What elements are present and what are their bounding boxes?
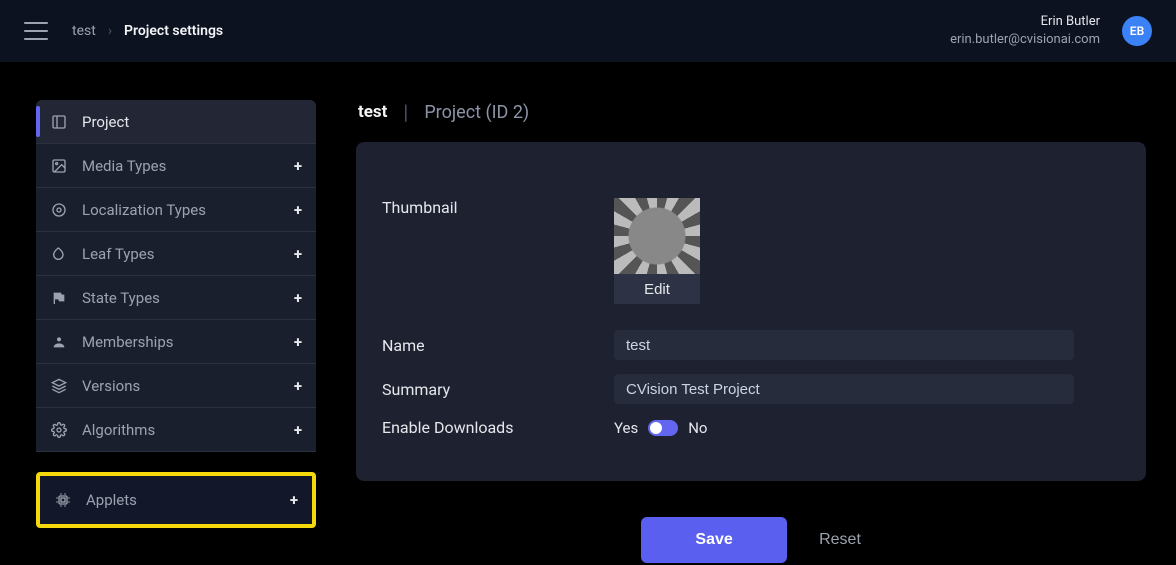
- edit-thumbnail-button[interactable]: Edit: [614, 274, 700, 304]
- project-id-label: Project (ID 2): [424, 102, 529, 123]
- thumbnail-image: [614, 198, 700, 274]
- save-button[interactable]: Save: [641, 517, 787, 563]
- cpu-icon: [54, 492, 72, 508]
- sidebar-item-state-types[interactable]: State Types +: [36, 276, 316, 320]
- user-icon: [50, 334, 68, 350]
- toggle-no-label: No: [688, 419, 707, 437]
- sidebar-item-label: Memberships: [82, 333, 280, 351]
- add-icon[interactable]: +: [294, 201, 302, 219]
- sidebar-item-media-types[interactable]: Media Types +: [36, 144, 316, 188]
- divider-icon: |: [403, 100, 408, 124]
- sidebar-item-label: Project: [82, 113, 302, 131]
- downloads-label: Enable Downloads: [382, 418, 614, 437]
- user-email: erin.butler@cvisionai.com: [950, 31, 1100, 49]
- user-info: Erin Butler erin.butler@cvisionai.com: [950, 13, 1100, 49]
- toggle-yes-label: Yes: [614, 419, 638, 437]
- chevron-right-icon: ›: [108, 23, 112, 39]
- sidebar-item-label: Media Types: [82, 157, 280, 175]
- add-icon[interactable]: +: [294, 377, 302, 395]
- content-header: test | Project (ID 2): [356, 100, 1146, 124]
- breadcrumb: test › Project settings: [72, 23, 223, 39]
- sidebar: Project Media Types + Localization Types…: [36, 100, 316, 563]
- sidebar-item-algorithms[interactable]: Algorithms +: [36, 408, 316, 452]
- project-name: test: [358, 102, 387, 122]
- menu-icon[interactable]: [24, 22, 48, 40]
- sidebar-item-leaf-types[interactable]: Leaf Types +: [36, 232, 316, 276]
- content-area: test | Project (ID 2) Thumbnail Edit Nam…: [356, 100, 1146, 563]
- sidebar-item-label: State Types: [82, 289, 280, 307]
- breadcrumb-current: Project settings: [124, 23, 223, 39]
- action-row: Save Reset: [356, 517, 1146, 563]
- flag-icon: [50, 290, 68, 306]
- reset-button[interactable]: Reset: [819, 531, 861, 549]
- sidebar-item-applets[interactable]: Applets +: [40, 476, 312, 524]
- sidebar-item-label: Versions: [82, 377, 280, 395]
- sidebar-item-label: Leaf Types: [82, 245, 280, 263]
- thumbnail-label: Thumbnail: [382, 198, 614, 217]
- leaf-icon: [50, 246, 68, 262]
- add-icon[interactable]: +: [294, 333, 302, 351]
- image-icon: [50, 158, 68, 174]
- enable-downloads-toggle[interactable]: [648, 420, 678, 436]
- sidebar-item-label: Algorithms: [82, 421, 280, 439]
- add-icon[interactable]: +: [294, 289, 302, 307]
- add-icon[interactable]: +: [290, 491, 298, 509]
- summary-label: Summary: [382, 380, 614, 399]
- add-icon[interactable]: +: [294, 157, 302, 175]
- sidebar-item-label: Localization Types: [82, 201, 280, 219]
- highlighted-sidebar-region: Applets +: [36, 472, 316, 528]
- avatar[interactable]: EB: [1122, 16, 1152, 46]
- summary-input[interactable]: [614, 374, 1074, 404]
- add-icon[interactable]: +: [294, 421, 302, 439]
- target-icon: [50, 202, 68, 218]
- layers-icon: [50, 378, 68, 394]
- topbar: test › Project settings Erin Butler erin…: [0, 0, 1176, 62]
- breadcrumb-root[interactable]: test: [72, 23, 96, 39]
- name-label: Name: [382, 336, 614, 355]
- sidebar-item-label: Applets: [86, 491, 276, 509]
- sidebar-item-versions[interactable]: Versions +: [36, 364, 316, 408]
- settings-card: Thumbnail Edit Name Summary Enable Downl…: [356, 142, 1146, 481]
- sidebar-item-localization-types[interactable]: Localization Types +: [36, 188, 316, 232]
- sidebar-item-project[interactable]: Project: [36, 100, 316, 144]
- user-name: Erin Butler: [950, 13, 1100, 31]
- gear-icon: [50, 422, 68, 438]
- name-input[interactable]: [614, 330, 1074, 360]
- sidebar-item-memberships[interactable]: Memberships +: [36, 320, 316, 364]
- add-icon[interactable]: +: [294, 245, 302, 263]
- layout-icon: [50, 114, 68, 130]
